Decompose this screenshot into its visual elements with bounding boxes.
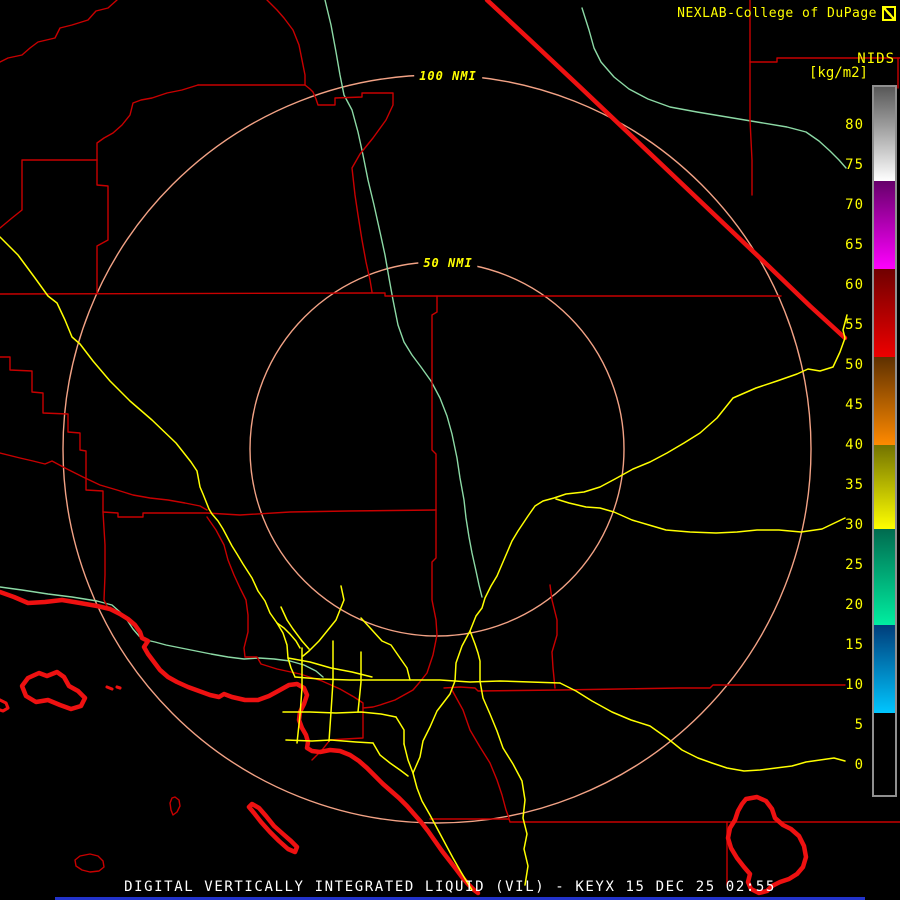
color-scale-tick-50: 50 bbox=[845, 357, 864, 373]
county-boundary-west-box bbox=[0, 160, 97, 228]
interstate-thick-ne bbox=[487, 0, 845, 338]
range-ring-50-nmi bbox=[250, 262, 624, 636]
color-scale-tick-40: 40 bbox=[845, 437, 864, 453]
river-mojave bbox=[325, 0, 482, 597]
units-label: [kg/m2] bbox=[809, 65, 868, 81]
brand-line: NEXLAB-College of DuPage bbox=[677, 6, 896, 21]
color-scale-segment-black bbox=[874, 713, 895, 793]
highway-southeast-sweep bbox=[560, 683, 845, 771]
island-speck-2 bbox=[117, 687, 120, 688]
island-channel-large bbox=[22, 672, 85, 709]
color-scale-tick-0: 0 bbox=[855, 757, 864, 773]
city-road-north-1 bbox=[281, 607, 309, 649]
county-boundary-west-coast-vert bbox=[103, 512, 107, 606]
city-road-north-3 bbox=[361, 618, 410, 680]
island-speck-1 bbox=[107, 687, 112, 689]
brand-text: NEXLAB-College of DuPage bbox=[677, 6, 877, 21]
county-boundary-center-vertical bbox=[432, 296, 437, 510]
vil-color-scale bbox=[872, 85, 897, 797]
color-scale-tick-30: 30 bbox=[845, 517, 864, 533]
county-boundary-south-horizontal bbox=[430, 819, 900, 822]
color-scale-segment-dark-red-red bbox=[874, 269, 895, 357]
county-boundary-ne-vertical bbox=[750, 0, 752, 195]
island-catalina bbox=[249, 804, 297, 852]
color-scale-segment-teal-green bbox=[874, 529, 895, 625]
highway-lower-east bbox=[556, 499, 845, 533]
color-scale-tick-20: 20 bbox=[845, 597, 864, 613]
ring-label-100-nmi: 100 NMI bbox=[414, 69, 482, 83]
highway-main-east bbox=[470, 315, 847, 885]
city-road-vert-3 bbox=[358, 652, 361, 712]
city-road-main-horizontal bbox=[295, 677, 560, 683]
color-scale-tick-75: 75 bbox=[845, 157, 864, 173]
city-road-vert-2 bbox=[329, 641, 333, 741]
color-scale-segment-purple-magenta bbox=[874, 181, 895, 269]
color-scale-tick-45: 45 bbox=[845, 397, 864, 413]
county-boundary-north bbox=[267, 0, 305, 85]
color-scale-tick-25: 25 bbox=[845, 557, 864, 573]
color-scale-tick-5: 5 bbox=[855, 717, 864, 733]
color-scale-tick-65: 65 bbox=[845, 237, 864, 253]
color-scale-tick-10: 10 bbox=[845, 677, 864, 693]
color-scale-tick-35: 35 bbox=[845, 477, 864, 493]
island-outline-thin bbox=[75, 854, 104, 872]
color-scale-segment-gray bbox=[874, 87, 895, 181]
city-road-link-3 bbox=[277, 623, 300, 648]
county-boundary-east-horizontal bbox=[444, 685, 845, 691]
city-road-north-2 bbox=[303, 586, 344, 656]
county-boundary-nw-diag bbox=[0, 0, 117, 62]
color-scale-tick-15: 15 bbox=[845, 637, 864, 653]
ring-label-50-nmi: 50 NMI bbox=[418, 256, 477, 270]
radar-display: 100 NMI50 NMI NEXLAB-College of DuPage N… bbox=[0, 0, 900, 900]
county-boundary-mid-south bbox=[550, 585, 557, 688]
city-road-link-1 bbox=[396, 717, 404, 744]
color-scale-tick-55: 55 bbox=[845, 317, 864, 333]
color-scale-tick-80: 80 bbox=[845, 117, 864, 133]
highway-sw-branch bbox=[413, 631, 470, 773]
lake-outline-small bbox=[170, 797, 180, 815]
color-scale-segment-blue-cyan bbox=[874, 625, 895, 713]
product-title: DIGITAL VERTICALLY INTEGRATED LIQUID (VI… bbox=[0, 879, 900, 895]
county-boundary-west-steps bbox=[97, 85, 198, 160]
color-scale-segment-olive-yellow bbox=[874, 445, 895, 529]
coastline-pacific bbox=[0, 592, 478, 893]
dupage-logo-icon bbox=[882, 6, 896, 21]
river-northeast bbox=[582, 8, 846, 168]
island-edge-piece bbox=[0, 700, 8, 711]
county-boundary-ne-steps bbox=[305, 85, 393, 292]
radar-map bbox=[0, 0, 900, 900]
color-scale-segment-brown-orange bbox=[874, 357, 895, 445]
color-scale-tick-60: 60 bbox=[845, 277, 864, 293]
county-boundary-se-branch bbox=[452, 690, 509, 818]
color-scale-tick-70: 70 bbox=[845, 197, 864, 213]
city-road-link-2 bbox=[373, 743, 408, 776]
county-boundary-main-horizontal bbox=[0, 293, 781, 296]
